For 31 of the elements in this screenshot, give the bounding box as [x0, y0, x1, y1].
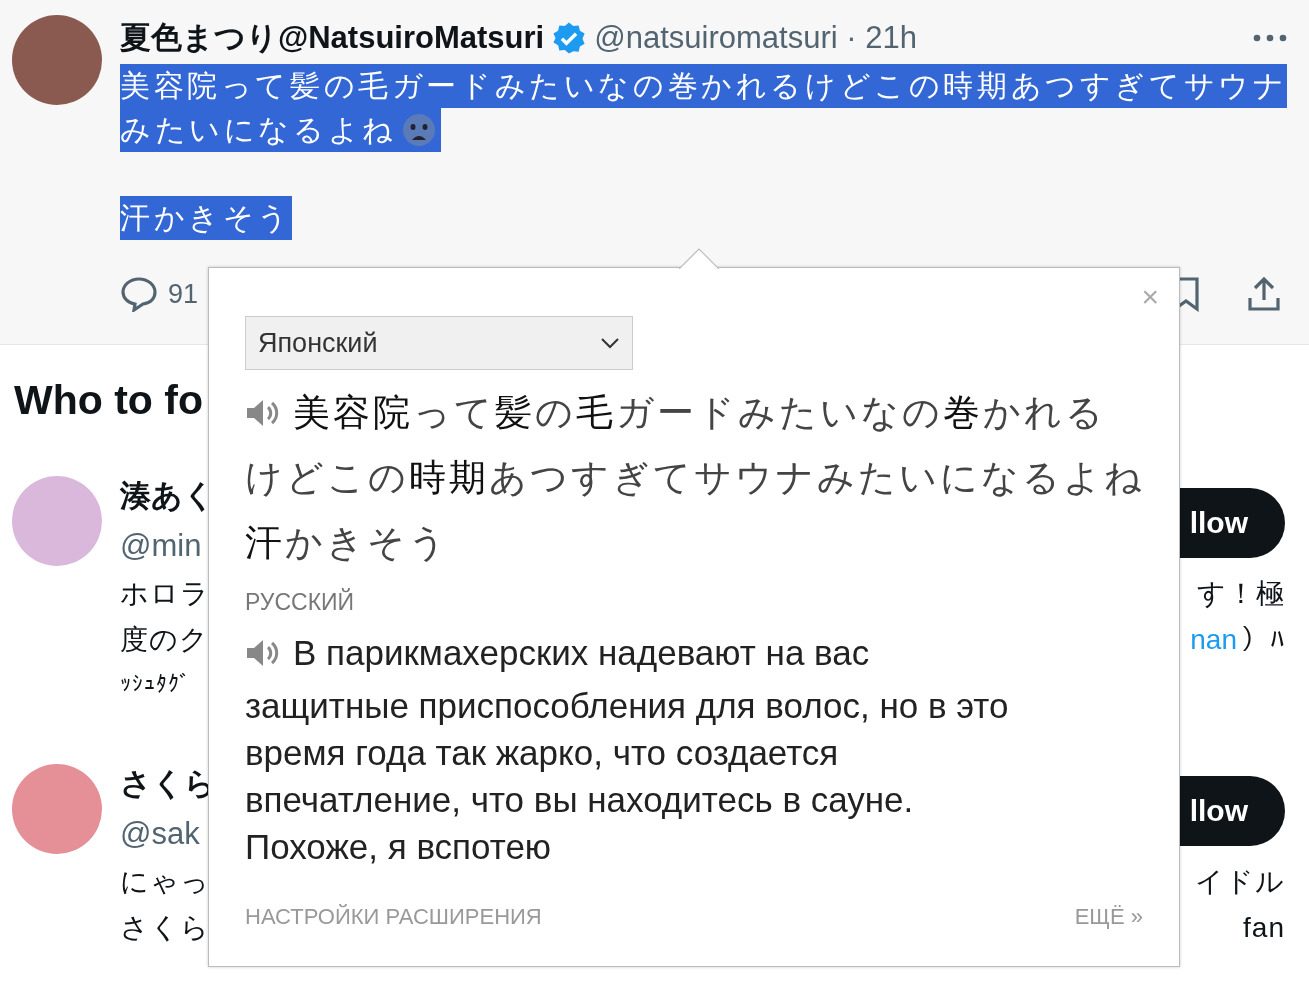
tweet-text: 美容院って髪の毛ガードみたいなの巻かれるけどこの時期あつすぎてサウナ	[120, 64, 1288, 108]
target-language-label: РУССКИЙ	[245, 587, 355, 617]
tweet-text: みたいになるよね	[120, 108, 397, 152]
reply-icon[interactable]	[120, 276, 158, 312]
share-icon[interactable]	[1247, 276, 1281, 312]
source-text: 美容院って髪の毛ガードみたいなの巻かれる	[293, 390, 1106, 435]
section-heading: Who to fo	[14, 376, 203, 425]
source-text: 汗かきそう	[245, 520, 449, 565]
bio-text: 度のク	[120, 623, 209, 657]
bio-text: さくら	[120, 911, 210, 945]
translated-text: защитные приспособления для волос, но в это	[245, 685, 1009, 726]
reply-count: 91	[168, 278, 199, 310]
bio-text: にゃっ	[120, 865, 210, 899]
translated-text: Похоже, я вспотею	[245, 826, 552, 867]
translated-text: В парикмахерских надевают на вас	[293, 632, 870, 673]
translated-text: время года так жарко, что создается	[245, 732, 839, 773]
tweet-text: 汗かきそう	[120, 196, 292, 240]
translated-text: впечатление, что вы находитесь в сауне.	[245, 779, 914, 820]
language-select[interactable]: Японский	[245, 316, 633, 370]
bio-text: ｯｼｭﾀｸﾞ	[120, 670, 191, 698]
user-handle[interactable]: @sak	[120, 809, 200, 859]
bio-text: ）ﾊ	[1241, 623, 1285, 657]
chevron-down-icon	[600, 337, 620, 349]
bio-text: fan	[1243, 911, 1285, 945]
handle-time: @natsuiromatsuri · 21h	[594, 20, 917, 56]
author-name[interactable]: 夏色まつり@NatsuiroMatsuri	[120, 17, 545, 59]
user-handle[interactable]: @min	[120, 521, 202, 571]
bio-text: ホロラ	[120, 577, 210, 611]
bio-text: イドル	[1195, 865, 1285, 899]
more-icon[interactable]	[1253, 34, 1287, 42]
bio-text: す！極	[1197, 577, 1285, 611]
